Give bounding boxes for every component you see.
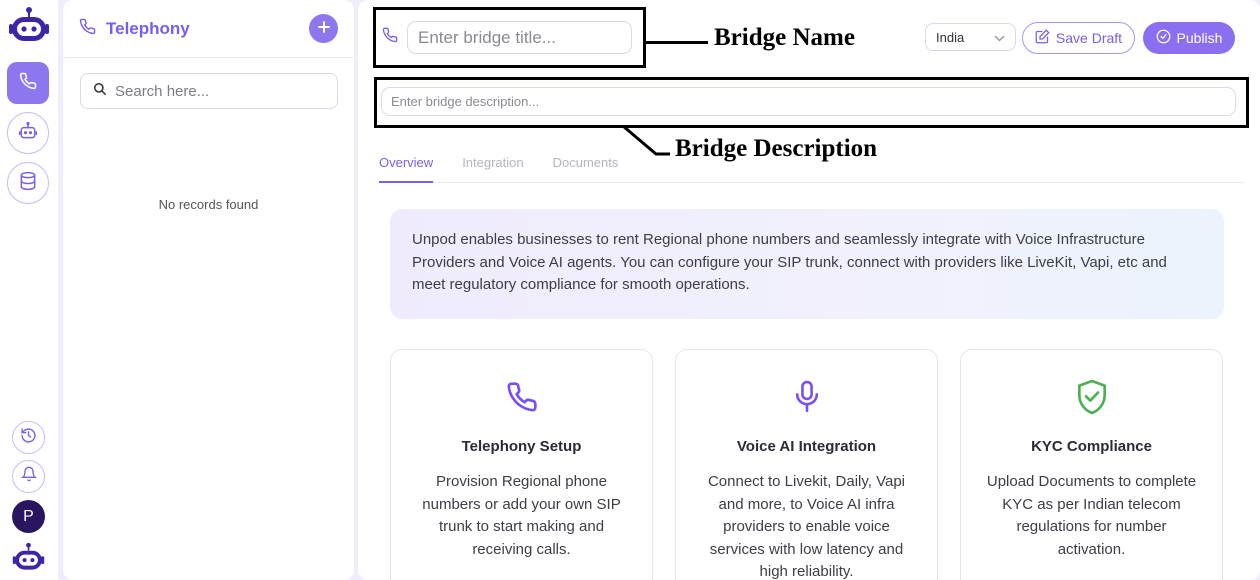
bridge-name-annotation: Bridge Name [714, 24, 855, 51]
user-avatar[interactable]: P [12, 500, 45, 533]
rail-notifications-button[interactable] [12, 460, 45, 493]
rail-history-button[interactable] [12, 421, 45, 454]
publish-label: Publish [1176, 30, 1223, 46]
telephony-panel: Telephony Search here... No records foun… [63, 0, 354, 580]
microphone-icon [676, 378, 937, 416]
left-rail: P [0, 0, 58, 580]
shield-check-icon [961, 378, 1222, 416]
bridge-description-highlight: Enter bridge description... [374, 77, 1249, 128]
main-content: Enter bridge title... Bridge Name India … [358, 0, 1260, 580]
feature-card-kyc: KYC Compliance Upload Documents to compl… [960, 349, 1223, 580]
check-circle-icon [1156, 29, 1171, 47]
empty-state: No records found [158, 197, 259, 212]
rail-agents-button[interactable] [7, 112, 49, 154]
phone-icon [382, 27, 398, 48]
card-title: Voice AI Integration [736, 438, 877, 455]
country-value: India [936, 29, 965, 45]
bridge-description-input[interactable]: Enter bridge description... [381, 87, 1236, 116]
save-draft-button[interactable]: Save Draft [1022, 22, 1135, 54]
rail-database-button[interactable] [7, 162, 49, 204]
bridge-title-input[interactable]: Enter bridge title... [407, 21, 632, 54]
logo-icon[interactable] [8, 6, 50, 49]
tab-bar: Overview Integration Documents [379, 150, 1245, 183]
phone-icon [79, 18, 96, 40]
bottom-logo-icon [12, 542, 45, 577]
phone-icon [391, 378, 652, 416]
tab-documents[interactable]: Documents [553, 150, 619, 182]
card-title: Telephony Setup [461, 438, 582, 455]
bridge-title-highlight: Enter bridge title... [373, 7, 646, 68]
search-input[interactable]: Search here... [80, 73, 338, 109]
panel-header: Telephony [63, 0, 354, 58]
save-draft-label: Save Draft [1055, 30, 1123, 46]
info-banner: Unpod enables businesses to rent Regiona… [390, 209, 1224, 319]
add-bridge-button[interactable] [309, 14, 338, 43]
robot-icon [18, 121, 38, 146]
bridge-name-callout-line [646, 41, 708, 44]
card-description: Provision Regional phone numbers or add … [422, 473, 621, 558]
search-icon [93, 82, 107, 101]
tab-integration[interactable]: Integration [462, 150, 523, 182]
rail-telephony-button[interactable] [7, 62, 49, 104]
edit-icon [1035, 29, 1050, 47]
country-select[interactable]: India [925, 23, 1016, 51]
history-icon [20, 427, 37, 449]
card-description: Connect to Livekit, Daily, Vapi and more… [707, 473, 906, 580]
feature-card-telephony: Telephony Setup Provision Regional phone… [390, 349, 653, 580]
panel-title: Telephony [106, 18, 190, 38]
plus-icon [317, 20, 330, 38]
chevron-down-icon [994, 30, 1005, 45]
feature-card-voice-ai: Voice AI Integration Connect to Livekit,… [675, 349, 938, 580]
bell-icon [20, 466, 37, 487]
search-placeholder: Search here... [115, 82, 210, 100]
phone-icon [19, 72, 37, 95]
publish-button[interactable]: Publish [1143, 22, 1235, 54]
database-icon [18, 171, 38, 196]
card-description: Upload Documents to complete KYC as per … [986, 473, 1197, 558]
card-title: KYC Compliance [1031, 438, 1152, 455]
tab-overview[interactable]: Overview [379, 150, 434, 183]
